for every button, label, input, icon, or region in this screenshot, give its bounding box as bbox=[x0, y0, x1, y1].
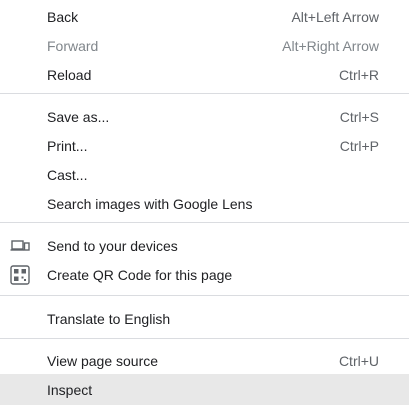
forward-label: Forward bbox=[47, 37, 99, 54]
translate-label: Translate to English bbox=[47, 310, 171, 327]
back-shortcut: Alt+Left Arrow bbox=[291, 8, 379, 25]
menu-item-reload[interactable]: Reload Ctrl+R bbox=[0, 60, 409, 89]
view-source-label: View page source bbox=[47, 352, 159, 369]
qr-code-icon bbox=[10, 264, 30, 285]
menu-item-forward[interactable]: Forward Alt+Right Arrow bbox=[0, 31, 409, 60]
menu-item-view-page-source[interactable]: View page source Ctrl+U bbox=[0, 346, 409, 375]
menu-item-back[interactable]: Back Alt+Left Arrow bbox=[0, 2, 409, 31]
separator bbox=[0, 93, 409, 94]
print-label: Print... bbox=[47, 137, 88, 154]
cast-label: Cast... bbox=[47, 166, 88, 183]
send-devices-label: Send to your devices bbox=[47, 237, 178, 254]
back-label: Back bbox=[47, 8, 79, 25]
menu-item-save-as[interactable]: Save as... Ctrl+S bbox=[0, 102, 409, 131]
separator bbox=[0, 338, 409, 339]
menu-item-create-qr-code[interactable]: Create QR Code for this page bbox=[0, 260, 409, 289]
forward-shortcut: Alt+Right Arrow bbox=[282, 37, 379, 54]
search-lens-label: Search images with Google Lens bbox=[47, 195, 253, 212]
separator bbox=[0, 222, 409, 223]
devices-icon bbox=[10, 239, 30, 253]
menu-item-translate[interactable]: Translate to English bbox=[0, 304, 409, 333]
context-menu: Back Alt+Left Arrow Forward Alt+Right Ar… bbox=[0, 0, 409, 407]
save-as-label: Save as... bbox=[47, 108, 110, 125]
menu-item-send-to-devices[interactable]: Send to your devices bbox=[0, 231, 409, 260]
reload-shortcut: Ctrl+R bbox=[338, 66, 379, 83]
reload-label: Reload bbox=[47, 66, 92, 83]
save-as-shortcut: Ctrl+S bbox=[339, 108, 379, 125]
separator bbox=[0, 295, 409, 296]
qr-code-label: Create QR Code for this page bbox=[47, 266, 233, 283]
menu-item-search-google-lens[interactable]: Search images with Google Lens bbox=[0, 189, 409, 218]
menu-item-cast[interactable]: Cast... bbox=[0, 160, 409, 189]
inspect-label: Inspect bbox=[47, 381, 93, 398]
view-source-shortcut: Ctrl+U bbox=[338, 352, 379, 369]
print-shortcut: Ctrl+P bbox=[339, 137, 379, 154]
menu-item-inspect[interactable]: Inspect bbox=[0, 374, 409, 405]
menu-item-print[interactable]: Print... Ctrl+P bbox=[0, 131, 409, 160]
